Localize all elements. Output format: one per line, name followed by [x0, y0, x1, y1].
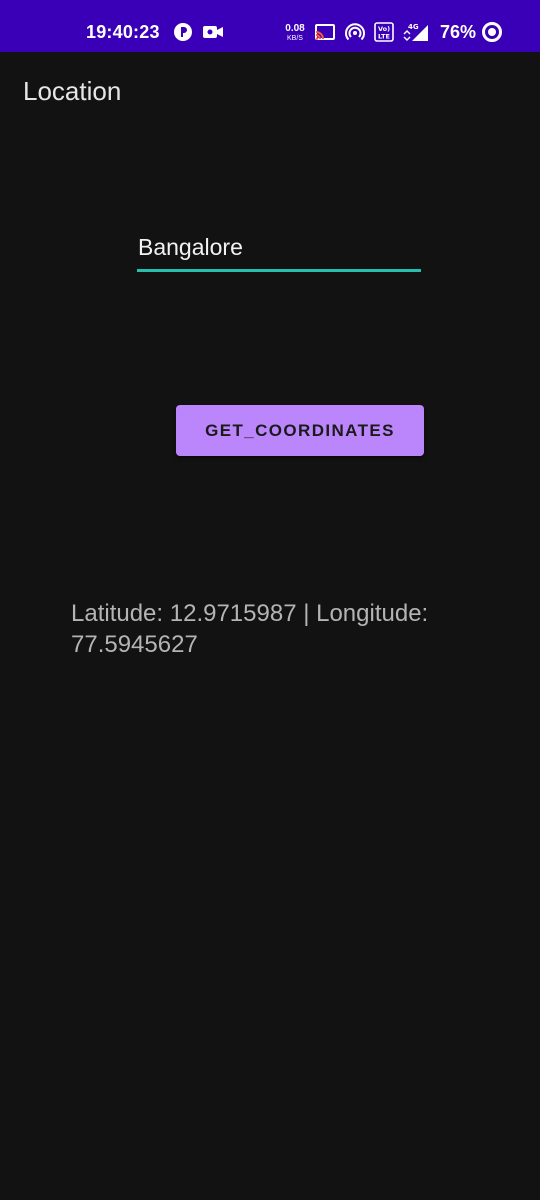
notification-app-icon	[172, 22, 194, 42]
signal-icon: 4G	[402, 22, 430, 42]
network-type-label: 4G	[408, 23, 419, 31]
network-speed: 0.08 KB/S	[282, 24, 308, 43]
hotspot-icon	[344, 22, 366, 42]
battery-ring-icon	[481, 22, 503, 42]
network-speed-unit: KB/S	[287, 35, 303, 42]
volte-icon: Vo) LTE	[374, 22, 394, 42]
coordinates-result: Latitude: 12.9715987 | Longitude: 77.594…	[71, 600, 429, 658]
screen-record-icon	[202, 22, 224, 42]
app-screen: 19:40:23 0.08 KB/S Vo) LTE 4G 76% Locati…	[0, 0, 540, 1200]
status-time: 19:40:23	[86, 22, 160, 42]
status-bar: 19:40:23 0.08 KB/S Vo) LTE 4G 76%	[0, 0, 540, 52]
get-coordinates-button[interactable]: GET_COORDINATES	[176, 405, 424, 456]
svg-text:LTE: LTE	[378, 33, 390, 41]
app-title: Location	[23, 76, 122, 106]
battery-percent: 76%	[440, 22, 477, 42]
cast-icon	[314, 22, 336, 42]
network-speed-value: 0.08	[285, 23, 305, 34]
city-input[interactable]	[137, 232, 421, 272]
